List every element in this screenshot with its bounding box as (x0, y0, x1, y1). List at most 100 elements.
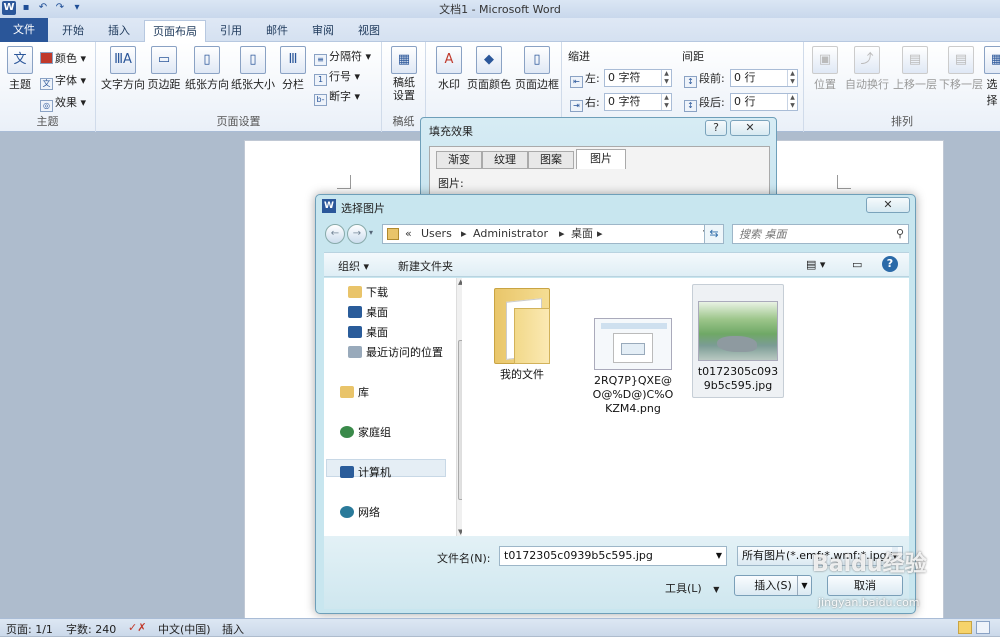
close-button[interactable]: ✕ (730, 120, 770, 136)
indent-left-spinner-icon[interactable]: ▲ ▼ (661, 70, 671, 86)
tab-review[interactable]: 审阅 (300, 20, 346, 42)
breadcrumb-separator-icon[interactable]: ▸ (597, 225, 603, 243)
text-direction-button[interactable]: ⅢA 文字方向 (100, 46, 146, 92)
nav-item-desktop[interactable]: 桌面 (348, 304, 388, 320)
spacing-before-spinner-icon[interactable]: ▲ ▼ (787, 70, 797, 86)
search-box[interactable]: ⚲ (732, 224, 909, 244)
nav-item-computer[interactable]: 计算机 (340, 464, 391, 480)
bring-forward-button[interactable]: ▤ 上移一层 (892, 46, 938, 92)
new-folder-button[interactable]: 新建文件夹 (398, 258, 453, 274)
back-icon[interactable]: ← (325, 224, 345, 244)
customize-dropdown-icon[interactable]: ▾ (70, 1, 84, 15)
proofing-icon[interactable]: ✓✗ (128, 621, 146, 634)
nav-item-libraries[interactable]: 库 (340, 384, 369, 400)
history-dropdown-icon[interactable]: ▾ (369, 228, 373, 237)
breaks-button[interactable]: ≡ 分隔符 ▾ (314, 48, 371, 66)
tab-gradient[interactable]: 渐变 (436, 151, 482, 169)
organize-button[interactable]: 组织 ▾ (338, 258, 369, 274)
selection-pane-button[interactable]: ▦ 选择 (984, 46, 1000, 108)
line-numbers-button[interactable]: 1 行号 ▾ (314, 68, 360, 86)
breadcrumb-separator-icon[interactable]: ▸ (461, 225, 467, 243)
tab-references[interactable]: 引用 (208, 20, 254, 42)
nav-item-downloads[interactable]: 下载 (348, 284, 388, 300)
close-button[interactable]: ✕ (866, 197, 910, 213)
nav-item-desktop-2[interactable]: 桌面 (348, 324, 388, 340)
indent-right-spinner-icon[interactable]: ▲ ▼ (661, 94, 671, 110)
file-item-png[interactable]: 2RQ7P}QXE@O@%D@)C%OKZM4.png (588, 318, 678, 416)
tools-button[interactable]: 工具(L) ▼ (665, 580, 719, 596)
page-border-button[interactable]: ▯ 页面边框 (514, 46, 560, 92)
print-layout-view-icon[interactable] (958, 621, 972, 634)
file-item-jpg-selected[interactable]: t0172305c0939b5c595.jpg (692, 284, 784, 398)
selection-pane-label: 选择 (986, 78, 998, 107)
view-options-icon[interactable]: ▤ ▾ (806, 258, 825, 271)
orientation-button[interactable]: ▯ 纸张方向 (184, 46, 230, 92)
wrap-button[interactable]: ⤴ 自动换行 (844, 46, 890, 92)
full-screen-view-icon[interactable] (976, 621, 990, 634)
tab-home[interactable]: 开始 (50, 20, 96, 42)
size-button[interactable]: ▯ 纸张大小 (230, 46, 276, 92)
tab-texture[interactable]: 纹理 (482, 151, 528, 169)
breadcrumb-desktop[interactable]: 桌面 (571, 225, 593, 243)
cancel-button[interactable]: 取消 (827, 575, 903, 596)
address-bar[interactable]: « Users ▸ Administrator ▸ 桌面 ▸ ▼ (382, 224, 716, 244)
search-input[interactable] (733, 225, 883, 243)
page-color-button[interactable]: ◆ 页面颜色 (466, 46, 512, 92)
tab-view[interactable]: 视图 (346, 20, 392, 42)
tab-picture[interactable]: 图片 (576, 149, 626, 169)
ribbon-tabs: 文件 开始 插入 页面布局 引用 邮件 审阅 视图 (0, 18, 1000, 43)
watermark-button[interactable]: A 水印 (434, 46, 464, 92)
forward-icon[interactable]: → (347, 224, 367, 244)
nav-item-recent[interactable]: 最近访问的位置 (348, 344, 443, 360)
insert-dropdown-icon[interactable]: ▼ (797, 576, 811, 595)
colors-button[interactable]: 颜色 ▾ (40, 50, 86, 66)
spacing-after-input[interactable]: 0 行 ▲ ▼ (730, 93, 798, 111)
margins-button[interactable]: ▭ 页边距 (146, 46, 182, 92)
page-count[interactable]: 页面: 1/1 (6, 621, 53, 637)
breadcrumb-administrator[interactable]: Administrator (473, 225, 548, 243)
columns-button[interactable]: Ⅲ 分栏 (278, 46, 308, 92)
filename-dropdown-icon[interactable]: ▼ (716, 547, 722, 565)
theme-button[interactable]: 文主题 (4, 46, 36, 92)
redo-icon[interactable]: ↷ (53, 1, 67, 15)
position-button[interactable]: ▣ 位置 (810, 46, 840, 92)
file-item-folder[interactable]: 我的文件 (484, 284, 560, 382)
help-icon[interactable]: ? (882, 256, 898, 272)
nav-item-homegroup[interactable]: 家庭组 (340, 424, 391, 440)
paper-setup-button[interactable]: ▦ 稿纸 设置 (388, 46, 420, 102)
language-indicator[interactable]: 中文(中国) (158, 621, 211, 637)
paper-icon: ▦ (391, 46, 417, 74)
send-backward-label: 下移一层 (939, 78, 983, 91)
insert-mode-indicator[interactable]: 插入 (222, 621, 244, 637)
network-icon (340, 506, 354, 518)
filename-input[interactable]: t0172305c0939b5c595.jpg ▼ (499, 546, 727, 566)
help-button[interactable]: ? (705, 120, 727, 136)
breadcrumb-overflow[interactable]: « (405, 225, 412, 243)
insert-button[interactable]: 插入(S) ▼ (734, 575, 812, 596)
file-name: 2RQ7P}QXE@O@%D@)C%OKZM4.png (592, 374, 674, 415)
effects-button[interactable]: ◎ 效果 ▾ (40, 94, 86, 112)
breadcrumb-users[interactable]: Users (421, 225, 452, 243)
spacing-after-spinner-icon[interactable]: ▲ ▼ (787, 94, 797, 110)
refresh-icon[interactable]: ⇆ (704, 224, 724, 244)
word-count[interactable]: 字数: 240 (66, 621, 116, 637)
save-icon[interactable]: ▪ (19, 1, 33, 15)
preview-pane-icon[interactable]: ▭ (852, 258, 862, 271)
indent-right-input[interactable]: 0 字符 ▲ ▼ (604, 93, 672, 111)
tab-page-layout[interactable]: 页面布局 (144, 20, 206, 43)
tab-pattern[interactable]: 图案 (528, 151, 574, 169)
send-backward-button[interactable]: ▤ 下移一层 (938, 46, 984, 92)
window-title: 文档1 - Microsoft Word (439, 3, 561, 16)
search-icon[interactable]: ⚲ (896, 227, 904, 240)
fonts-button[interactable]: 文字体 ▾ (40, 72, 86, 90)
indent-left-input[interactable]: 0 字符 ▲ ▼ (604, 69, 672, 87)
nav-item-network[interactable]: 网络 (340, 504, 380, 520)
tab-mailings[interactable]: 邮件 (254, 20, 300, 42)
hyphenation-button[interactable]: b- 断字 ▾ (314, 88, 360, 106)
tab-file[interactable]: 文件 (0, 18, 48, 42)
bring-forward-label: 上移一层 (893, 78, 937, 91)
undo-icon[interactable]: ↶ (36, 1, 50, 15)
breadcrumb-separator-icon[interactable]: ▸ (559, 225, 565, 243)
tab-insert[interactable]: 插入 (96, 20, 142, 42)
spacing-before-input[interactable]: 0 行 ▲ ▼ (730, 69, 798, 87)
